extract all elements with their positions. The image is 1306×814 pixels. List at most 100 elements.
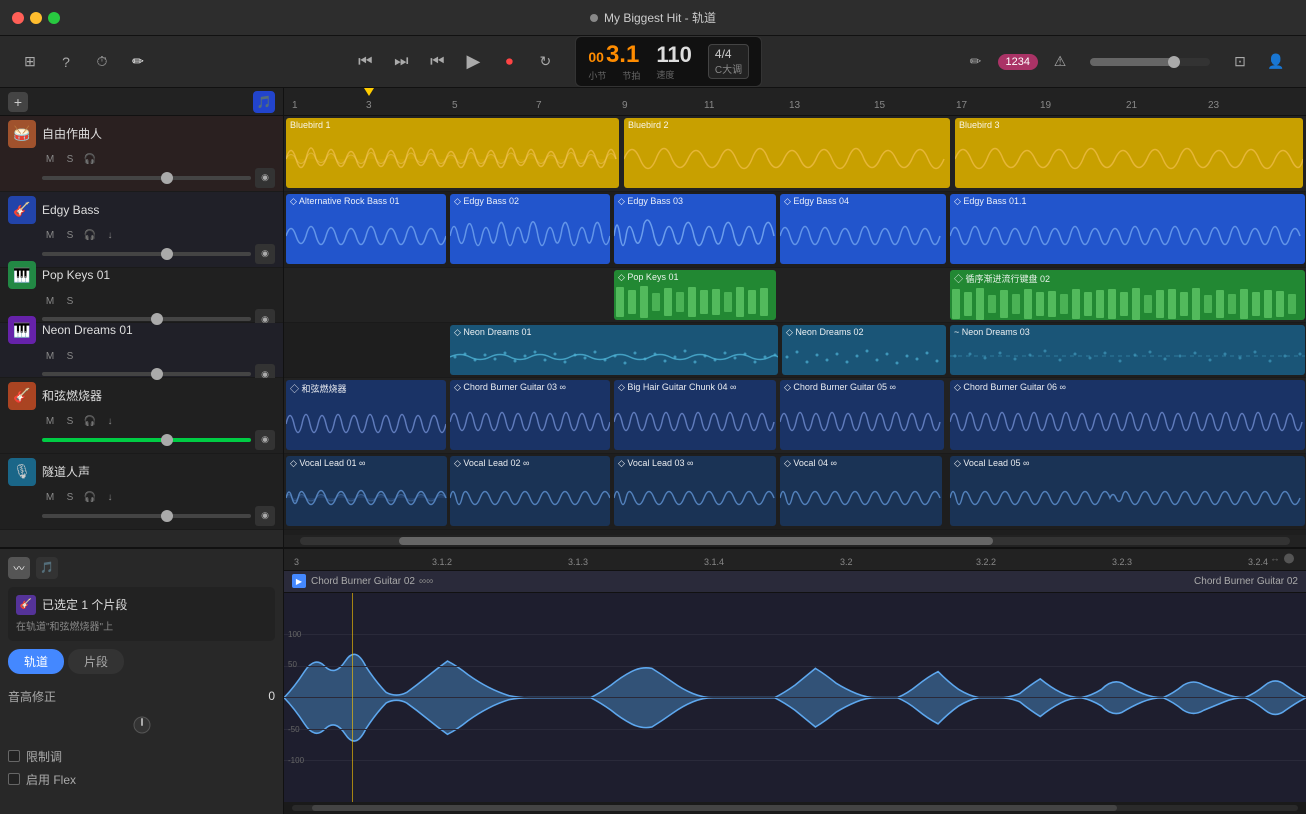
clip-neon-dreams-01[interactable]: ◇ Neon Dreams 01 [450,325,778,375]
clip-chord-burner-05[interactable]: ◇ Chord Burner Guitar 05 ∞ [780,380,944,450]
drummer-volume-fader[interactable] [42,176,251,180]
bottom-scroll-thumb[interactable] [312,805,1117,811]
alert-button[interactable]: ⚠ [1046,48,1074,76]
clip-chord-burner-orig[interactable]: ◇ 和弦燃烧器 [286,380,446,450]
metronome-button[interactable]: ⏱ [88,48,116,76]
play-icon-small: ▶ [292,574,306,588]
drummer-headphone-button[interactable]: 🎧 [82,152,98,168]
vocal-download-button[interactable]: ↓ [102,490,118,506]
wave-chord-burner-06 [950,395,1305,449]
skip-back-button[interactable]: ⏮ [423,48,451,76]
clip-bluebird-2[interactable]: Bluebird 2 [624,118,950,188]
vocal-volume-fader[interactable] [42,514,251,518]
library-button[interactable]: ⊞ [16,48,44,76]
guitar-download-button[interactable]: ↓ [102,414,118,430]
midi-view-button[interactable]: 🎵 [36,557,58,579]
bass-solo-button[interactable]: S [62,228,78,244]
ruler-mark-21: 21 [1126,100,1137,111]
bass-volume-fader[interactable] [42,252,251,256]
screen-button[interactable]: ⊡ [1226,48,1254,76]
bottom-scrollbar-row [284,802,1306,814]
clip-chord-burner-06[interactable]: ◇ Chord Burner Guitar 06 ∞ [950,380,1305,450]
waveform-display[interactable]: 100 50 -50 -100 [284,593,1306,802]
keys-solo-button[interactable]: S [62,293,78,309]
drummer-pan-knob[interactable]: ◉ [255,168,275,188]
ruler-left-button[interactable]: ↔ [1270,554,1280,565]
master-volume-slider[interactable] [1090,58,1210,66]
guitar-headphone-button[interactable]: 🎧 [82,414,98,430]
bottom-clip-header: ▶ Chord Burner Guitar 02 ∞∞ Chord Burner… [284,571,1306,593]
volume-thumb[interactable] [1168,56,1180,68]
pencil-button[interactable]: ✏ [124,48,152,76]
wave-vocal-04 [780,471,942,525]
fast-forward-button[interactable]: ⏭ [387,48,415,76]
keys-lane: ◇ Pop Keys 01 [284,268,1306,323]
tracks-section: + 🎵 🥁 自由作曲人 M S 🎧 [0,88,1306,549]
clip-vocal-04[interactable]: ◇ Vocal 04 ∞ [780,456,942,526]
drummer-mute-button[interactable]: M [42,152,58,168]
bass-track-name: Edgy Bass [42,203,275,217]
bottom-scroll-track[interactable] [292,805,1298,811]
vocal-headphone-button[interactable]: 🎧 [82,490,98,506]
clip-pop-keys-01[interactable]: ◇ Pop Keys 01 [614,270,776,320]
loop-button[interactable]: ↻ [531,48,559,76]
maximize-button[interactable] [48,12,60,24]
tab-track[interactable]: 轨道 [8,649,64,674]
drummer-solo-button[interactable]: S [62,152,78,168]
close-button[interactable] [12,12,24,24]
limit-key-checkbox[interactable] [8,750,20,762]
vocal-solo-button[interactable]: S [62,490,78,506]
clip-neon-dreams-03[interactable]: ~ Neon Dreams 03 [950,325,1305,375]
tab-segment[interactable]: 片段 [68,649,124,674]
clip-bluebird-3[interactable]: Bluebird 3 [955,118,1303,188]
main-ruler: 1 3 5 7 9 11 13 15 17 19 21 23 [284,88,1306,116]
keys-volume-fader[interactable] [42,317,251,321]
panel-button[interactable]: 👤 [1262,48,1290,76]
clip-piano-02[interactable]: ◇ 循序渐进流行键盘 02 [950,270,1305,320]
clip-edgy-bass-04[interactable]: ◇ Edgy Bass 04 [780,194,946,264]
guitar-mute-button[interactable]: M [42,414,58,430]
vocal-mute-button[interactable]: M [42,490,58,506]
clip-neon-dreams-02[interactable]: ◇ Neon Dreams 02 [782,325,946,375]
clip-edgy-bass-011[interactable]: ◇ Edgy Bass 01.1 [950,194,1305,264]
guitar-volume-fader[interactable] [42,438,251,442]
clip-edgy-bass-03[interactable]: ◇ Edgy Bass 03 [614,194,776,264]
use-flex-checkbox[interactable] [8,773,20,785]
keys-mute-button[interactable]: M [42,293,58,309]
clip-edgy-bass-02[interactable]: ◇ Edgy Bass 02 [450,194,610,264]
synth-mute-button[interactable]: M [42,348,58,364]
clip-bluebird-1[interactable]: Bluebird 1 [286,118,619,188]
help-button[interactable]: ? [52,48,80,76]
bass-download-button[interactable]: ↓ [102,228,118,244]
time-signature[interactable]: 4/4 C大调 [708,44,749,79]
clip-big-hair-guitar[interactable]: ◇ Big Hair Guitar Chunk 04 ∞ [614,380,776,450]
mix-button[interactable]: ✏ [962,48,990,76]
clip-vocal-02[interactable]: ◇ Vocal Lead 02 ∞ [450,456,610,526]
bottom-section: 〰 🎵 🎸 已选定 1 个片段 在轨道"和弦燃烧器"上 轨道 片段 音高修正 0 [0,549,1306,814]
add-track-button[interactable]: + [8,92,28,112]
pitch-knob[interactable] [132,715,152,735]
db-50: 50 [288,660,297,669]
guitar-track-name: 和弦燃烧器 [42,387,275,404]
rewind-button[interactable]: ⏮ [351,48,379,76]
bass-headphone-button[interactable]: 🎧 [82,228,98,244]
guitar-solo-button[interactable]: S [62,414,78,430]
bass-mute-button[interactable]: M [42,228,58,244]
midi-button[interactable]: 🎵 [253,91,275,113]
horizontal-scrollbar[interactable] [284,535,1306,547]
guitar-fader-thumb[interactable] [161,434,173,446]
clip-vocal-01[interactable]: ◇ Vocal Lead 01 ∞ [286,456,447,526]
notification-badge[interactable]: 1234 [998,54,1038,70]
waveform-view-button[interactable]: 〰 [8,557,30,579]
clip-vocal-03[interactable]: ◇ Vocal Lead 03 ∞ [614,456,776,526]
clip-vocal-05[interactable]: ◇ Vocal Lead 05 ∞ [950,456,1305,526]
guitar-pan-knob[interactable]: ◉ [255,430,275,450]
vocal-pan-knob[interactable]: ◉ [255,506,275,526]
minimize-button[interactable] [30,12,42,24]
clip-chord-burner-03[interactable]: ◇ Chord Burner Guitar 03 ∞ [450,380,610,450]
record-button[interactable]: ⏺ [495,48,523,76]
synth-solo-button[interactable]: S [62,348,78,364]
play-button[interactable]: ▶ [459,48,487,76]
synth-volume-fader[interactable] [42,372,251,376]
clip-alt-rock-bass[interactable]: ◇ Alternative Rock Bass 01 [286,194,446,264]
